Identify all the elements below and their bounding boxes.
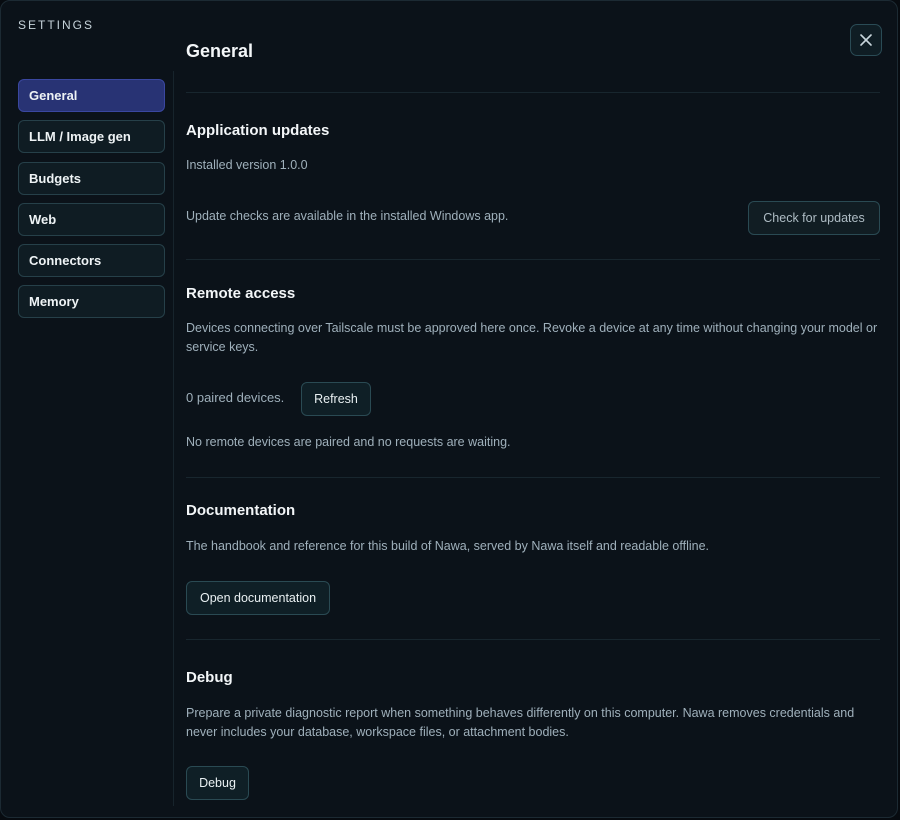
check-for-updates-button[interactable]: Check for updates [748, 201, 880, 235]
sidebar-item-label: Web [29, 211, 57, 227]
close-icon [860, 34, 872, 46]
sidebar-item-web[interactable]: Web [18, 202, 165, 236]
sidebar-item-connectors[interactable]: Connectors [18, 244, 165, 278]
settings-sidebar: General LLM / Image gen Budgets Web Conn… [18, 79, 165, 327]
sidebar-item-llm-image-gen[interactable]: LLM / Image gen [18, 120, 165, 154]
debug-description: Prepare a private diagnostic report when… [186, 706, 855, 739]
settings-heading: SETTINGS [18, 18, 95, 32]
installed-version-text: Installed version 1.0.0 [186, 158, 308, 172]
remote-access-section-title: Remote access [186, 285, 296, 302]
debug-section-title: Debug [186, 669, 233, 686]
update-info-text: Update checks are available in the insta… [186, 209, 509, 223]
paired-devices-count: 0 paired devices. [186, 390, 285, 405]
sidebar-divider [173, 71, 174, 806]
sidebar-item-memory[interactable]: Memory [18, 285, 165, 319]
documentation-section-title: Documentation [186, 502, 296, 519]
sidebar-item-label: Budgets [29, 170, 81, 186]
remote-access-description: Devices connecting over Tailscale must b… [186, 321, 878, 354]
sidebar-item-label: Connectors [29, 253, 102, 269]
sidebar-item-general[interactable]: General [18, 79, 165, 112]
refresh-button[interactable]: Refresh [301, 382, 371, 416]
close-button[interactable] [850, 24, 882, 56]
sidebar-item-budgets[interactable]: Budgets [18, 161, 165, 195]
open-documentation-button[interactable]: Open documentation [186, 581, 330, 615]
settings-dialog: SETTINGS General LLM / Image gen Budgets… [0, 0, 898, 818]
sidebar-item-label: Memory [29, 294, 79, 310]
sidebar-item-label: General [29, 88, 78, 103]
sidebar-item-label: LLM / Image gen [29, 129, 131, 145]
section-divider [186, 92, 880, 93]
section-divider [186, 477, 880, 478]
remote-status-text: No remote devices are paired and no requ… [186, 435, 511, 449]
section-divider [186, 639, 880, 640]
debug-button[interactable]: Debug [186, 766, 249, 800]
documentation-description: The handbook and reference for this buil… [186, 539, 710, 553]
updates-section-title: Application updates [186, 122, 330, 139]
page-title: General [186, 41, 254, 61]
section-divider [186, 259, 880, 260]
